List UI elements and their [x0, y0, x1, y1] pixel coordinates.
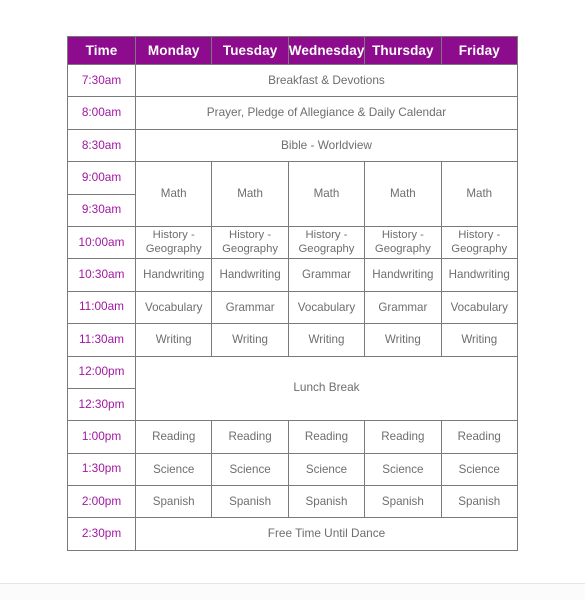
- table-row: 11:00am Vocabulary Grammar Vocabulary Gr…: [67, 290, 518, 325]
- time-label: 7:30am: [67, 63, 136, 98]
- subject-cell-thursday[interactable]: Grammar: [364, 290, 442, 325]
- subject-cell-tuesday[interactable]: History - Geography: [211, 225, 289, 260]
- subject-cell-thursday[interactable]: History - Geography: [364, 225, 442, 260]
- subject-cell-monday[interactable]: Writing: [134, 323, 213, 357]
- time-label: 1:30pm: [67, 452, 136, 487]
- subject-cell-friday[interactable]: Reading: [440, 420, 518, 454]
- time-label: 8:00am: [67, 96, 136, 130]
- table-row: 7:30am Breakfast & Devotions: [67, 63, 518, 98]
- time-label: 11:30am: [67, 323, 136, 357]
- table-row: 1:30pm Science Science Science Science S…: [67, 452, 518, 487]
- subject-cell-wednesday[interactable]: Grammar: [287, 258, 366, 292]
- subject-cell-thursday[interactable]: Science: [364, 452, 442, 487]
- time-label: 11:00am: [67, 290, 136, 325]
- time-label: 2:30pm: [67, 517, 136, 551]
- subject-cell-wednesday[interactable]: History - Geography: [287, 225, 366, 260]
- table-row: 2:30pm Free Time Until Dance: [67, 517, 518, 551]
- subject-cell-monday[interactable]: Handwriting: [134, 258, 213, 292]
- subject-cell-tuesday[interactable]: Science: [211, 452, 289, 487]
- document-sheet: Time Monday Tuesday Wednesday Thursday F…: [0, 0, 585, 584]
- column-header-wednesday[interactable]: Wednesday: [287, 36, 366, 65]
- weekly-schedule-table: Time Monday Tuesday Wednesday Thursday F…: [67, 36, 518, 551]
- activity-cell[interactable]: Free Time Until Dance: [135, 517, 518, 551]
- subject-cell-monday[interactable]: Science: [134, 452, 213, 487]
- table-row: 9:00am Math Math Math Math Math: [67, 161, 518, 227]
- table-row: 10:30am Handwriting Handwriting Grammar …: [67, 258, 518, 292]
- page-root: Time Monday Tuesday Wednesday Thursday F…: [0, 0, 585, 600]
- table-row: 8:30am Bible - Worldview: [67, 128, 518, 163]
- header-row: Time Monday Tuesday Wednesday Thursday F…: [67, 36, 518, 65]
- table-body: 7:30am Breakfast & Devotions 8:00am Pray…: [67, 63, 518, 551]
- table-row: 11:30am Writing Writing Writing Writing …: [67, 323, 518, 357]
- time-label: 9:30am: [67, 193, 136, 227]
- subject-cell-friday[interactable]: Writing: [440, 323, 518, 357]
- subject-cell-wednesday[interactable]: Math: [287, 161, 366, 227]
- subject-cell-monday[interactable]: Math: [134, 161, 213, 227]
- subject-cell-thursday[interactable]: Handwriting: [364, 258, 442, 292]
- time-label: 9:00am: [67, 161, 136, 195]
- subject-cell-friday[interactable]: Science: [440, 452, 518, 487]
- subject-cell-thursday[interactable]: Writing: [364, 323, 442, 357]
- column-header-thursday[interactable]: Thursday: [364, 36, 442, 65]
- time-label: 1:00pm: [67, 420, 136, 454]
- subject-cell-wednesday[interactable]: Writing: [287, 323, 366, 357]
- time-label: 2:00pm: [67, 485, 136, 519]
- column-header-time[interactable]: Time: [67, 36, 136, 65]
- subject-cell-thursday[interactable]: Math: [364, 161, 442, 227]
- subject-cell-tuesday[interactable]: Reading: [211, 420, 289, 454]
- subject-cell-friday[interactable]: Spanish: [440, 485, 518, 519]
- table-row: 12:00pm Lunch Break: [67, 355, 518, 422]
- table-row: 2:00pm Spanish Spanish Spanish Spanish S…: [67, 485, 518, 519]
- subject-cell-tuesday[interactable]: Spanish: [211, 485, 289, 519]
- subject-cell-monday[interactable]: History - Geography: [134, 225, 213, 260]
- subject-cell-monday[interactable]: Vocabulary: [134, 290, 213, 325]
- table-header: Time Monday Tuesday Wednesday Thursday F…: [67, 36, 518, 65]
- table-row: 8:00am Prayer, Pledge of Allegiance & Da…: [67, 96, 518, 130]
- time-label: 12:00pm: [67, 355, 136, 389]
- column-header-friday[interactable]: Friday: [440, 36, 518, 65]
- activity-cell[interactable]: Bible - Worldview: [135, 128, 518, 163]
- time-label: 10:30am: [67, 258, 136, 292]
- subject-cell-monday[interactable]: Reading: [134, 420, 213, 454]
- subject-cell-wednesday[interactable]: Spanish: [287, 485, 366, 519]
- subject-cell-friday[interactable]: Handwriting: [440, 258, 518, 292]
- activity-cell[interactable]: Breakfast & Devotions: [135, 63, 518, 98]
- activity-cell[interactable]: Prayer, Pledge of Allegiance & Daily Cal…: [135, 96, 518, 130]
- subject-cell-tuesday[interactable]: Handwriting: [211, 258, 289, 292]
- subject-cell-monday[interactable]: Spanish: [134, 485, 213, 519]
- subject-cell-friday[interactable]: History - Geography: [440, 225, 518, 260]
- subject-cell-tuesday[interactable]: Math: [211, 161, 289, 227]
- subject-cell-friday[interactable]: Vocabulary: [440, 290, 518, 325]
- subject-cell-wednesday[interactable]: Vocabulary: [287, 290, 366, 325]
- subject-cell-thursday[interactable]: Reading: [364, 420, 442, 454]
- subject-cell-wednesday[interactable]: Reading: [287, 420, 366, 454]
- subject-cell-thursday[interactable]: Spanish: [364, 485, 442, 519]
- subject-cell-friday[interactable]: Math: [440, 161, 518, 227]
- subject-cell-tuesday[interactable]: Writing: [211, 323, 289, 357]
- time-label: 8:30am: [67, 128, 136, 163]
- column-header-monday[interactable]: Monday: [134, 36, 213, 65]
- table-row: 10:00am History - Geography History - Ge…: [67, 225, 518, 260]
- subject-cell-tuesday[interactable]: Grammar: [211, 290, 289, 325]
- table-row: 1:00pm Reading Reading Reading Reading R…: [67, 420, 518, 454]
- subject-cell-wednesday[interactable]: Science: [287, 452, 366, 487]
- column-header-tuesday[interactable]: Tuesday: [211, 36, 289, 65]
- time-label: 12:30pm: [67, 387, 136, 422]
- time-label: 10:00am: [67, 225, 136, 260]
- activity-cell[interactable]: Lunch Break: [135, 355, 518, 422]
